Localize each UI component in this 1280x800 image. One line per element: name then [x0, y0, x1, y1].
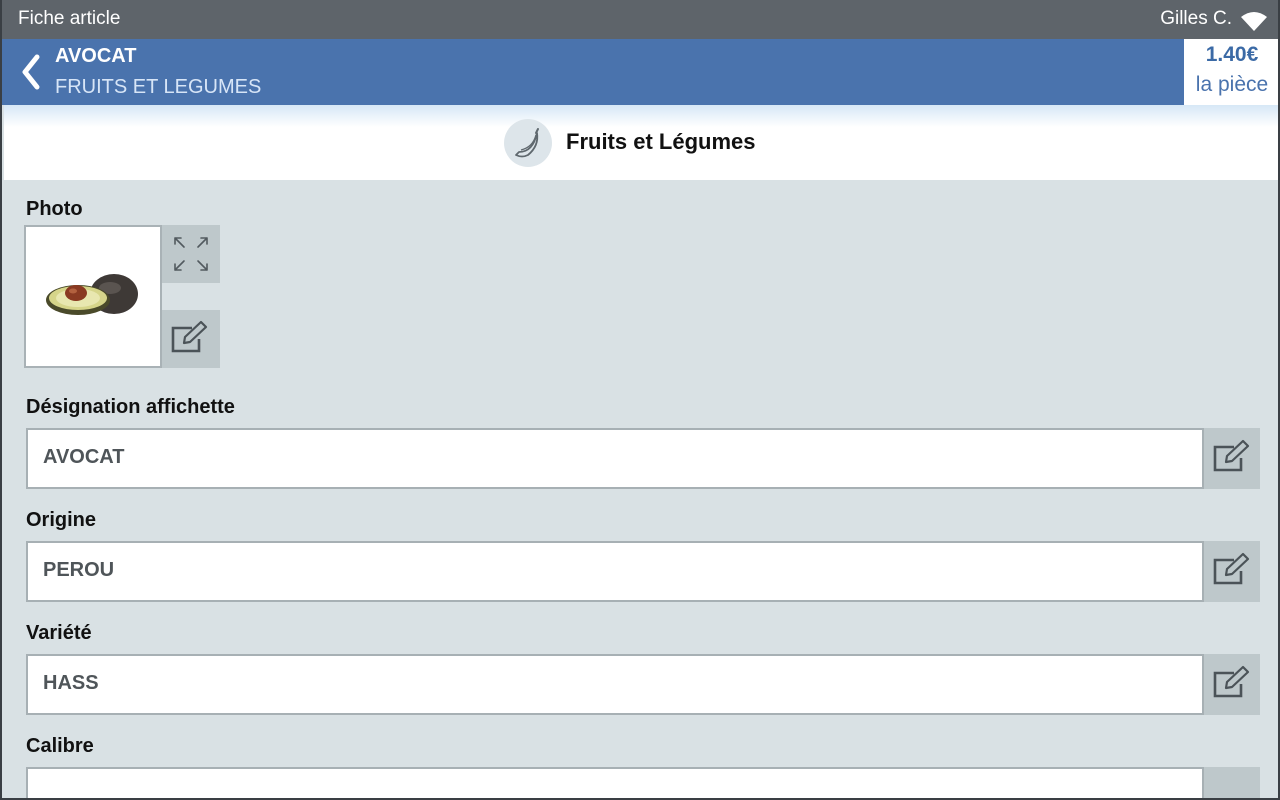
edit-calibre-button[interactable] — [1204, 767, 1260, 798]
variete-value: HASS — [43, 672, 99, 694]
edit-variete-button[interactable] — [1204, 654, 1260, 715]
calibre-field[interactable] — [26, 767, 1204, 798]
variete-field[interactable]: HASS — [26, 654, 1204, 715]
origine-value: PEROU — [43, 559, 115, 581]
calibre-label: Calibre — [26, 735, 94, 757]
category-label: Fruits et Légumes — [566, 129, 756, 154]
photo-label: Photo — [26, 198, 83, 220]
app-frame: Fiche article Gilles C. AVOCAT FRUITS ET… — [0, 0, 1280, 800]
user-name[interactable]: Gilles C. — [1160, 8, 1232, 30]
price-value: 1.40€ — [1205, 43, 1259, 66]
edit-photo-button[interactable] — [162, 310, 220, 368]
designation-value: AVOCAT — [43, 446, 125, 468]
designation-label: Désignation affichette — [26, 396, 235, 418]
screen-title: Fiche article — [18, 8, 121, 29]
price-unit: la pièce — [1195, 73, 1269, 96]
avocado-image[interactable] — [24, 225, 162, 368]
edit-icon — [171, 320, 208, 353]
status-bar: Fiche article Gilles C. — [2, 0, 1278, 39]
variete-label: Variété — [26, 622, 92, 644]
banana-icon — [504, 119, 552, 167]
origine-field[interactable]: PEROU — [26, 541, 1204, 602]
edit-designation-button[interactable] — [1204, 428, 1260, 489]
edit-icon — [1213, 439, 1250, 472]
category-bar: Fruits et Légumes — [4, 105, 1278, 180]
edit-icon — [1213, 665, 1250, 698]
edit-origine-button[interactable] — [1204, 541, 1260, 602]
product-name: AVOCAT — [55, 45, 137, 67]
price-box: 1.40€ la pièce — [1184, 39, 1278, 105]
expand-icon — [174, 237, 208, 271]
article-form: Photo Désignation affichette AVOCAT Orig… — [4, 180, 1278, 798]
designation-field[interactable]: AVOCAT — [26, 428, 1204, 489]
article-header: AVOCAT FRUITS ET LEGUMES 1.40€ la pièce — [2, 39, 1278, 105]
product-category: FRUITS ET LEGUMES — [55, 76, 262, 98]
origine-label: Origine — [26, 509, 97, 531]
chevron-left-icon[interactable] — [18, 53, 44, 91]
expand-photo-button[interactable] — [162, 225, 220, 283]
edit-icon — [1213, 552, 1250, 585]
wifi-icon — [1241, 12, 1267, 31]
